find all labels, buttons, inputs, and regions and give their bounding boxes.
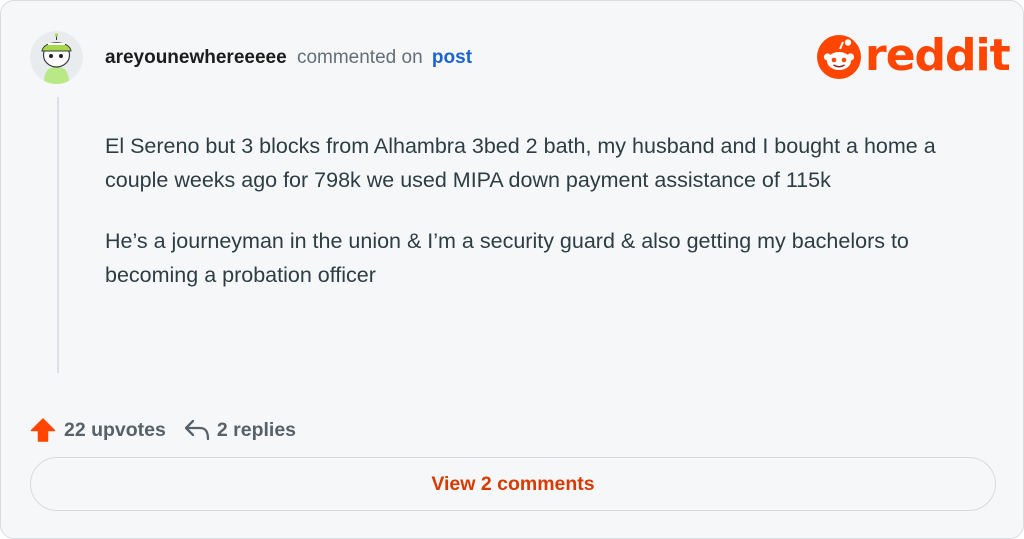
comment-actions: 22 upvotes 2 replies [30, 415, 296, 445]
reply-action[interactable]: 2 replies [166, 418, 296, 442]
comment-paragraph: He’s a journeyman in the union & I’m a s… [105, 229, 909, 287]
thread-line [57, 97, 59, 373]
reddit-snoo-icon [817, 35, 861, 79]
view-comments-button[interactable]: View 2 comments [30, 457, 996, 511]
upvote-count: 22 upvotes [64, 418, 166, 441]
comment-paragraph: El Sereno but 3 blocks from Alhambra 3be… [105, 134, 936, 192]
upvote-action[interactable]: 22 upvotes [30, 417, 166, 443]
reddit-wordmark: reddit [865, 30, 1011, 81]
post-link[interactable]: post [432, 47, 472, 68]
comment-card: areyounewhereeeee commented on post redd… [0, 0, 1024, 539]
username[interactable]: areyounewhereeeee [105, 47, 287, 68]
reddit-logo[interactable]: reddit [817, 30, 1011, 81]
comment-body: El Sereno but 3 blocks from Alhambra 3be… [105, 129, 975, 319]
comment-header: areyounewhereeeee commented on post [105, 46, 472, 70]
reply-arrow-icon[interactable] [183, 418, 211, 442]
user-avatar[interactable] [30, 31, 83, 84]
view-comments-label: View 2 comments [431, 472, 595, 495]
commented-on-text: commented on [296, 47, 423, 68]
arrow-up-icon[interactable] [30, 417, 56, 443]
reply-count: 2 replies [216, 418, 297, 441]
